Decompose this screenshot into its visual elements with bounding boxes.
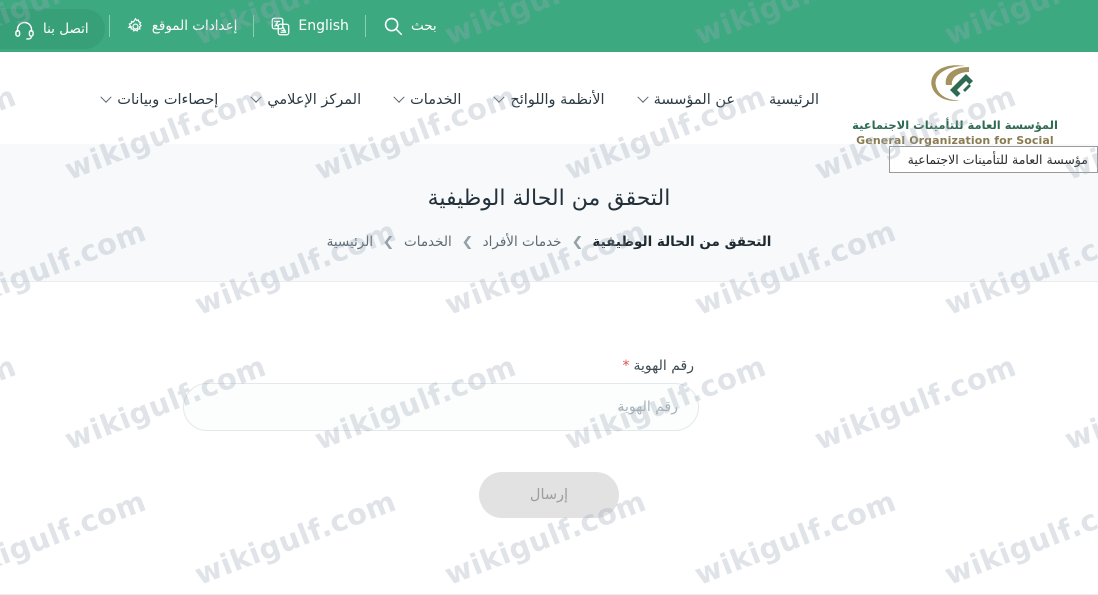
divider-3 bbox=[364, 15, 366, 37]
nav-item-about-label: عن المؤسسة bbox=[653, 92, 736, 108]
nav-item-statistics-label: إحصاءات وبيانات bbox=[117, 92, 219, 108]
main-navigation-bar: المؤسسة العامة للتأمينات الاجتماعية Gene… bbox=[0, 52, 1098, 161]
nav-item-services[interactable]: الخدمات bbox=[378, 86, 478, 114]
id-number-input[interactable] bbox=[183, 383, 699, 431]
headset-icon bbox=[14, 19, 35, 40]
breadcrumb-separator-icon: ❯ bbox=[570, 234, 583, 250]
gosi-logo-mark-icon bbox=[840, 60, 1070, 116]
chevron-down-icon bbox=[100, 91, 112, 103]
translate-icon bbox=[270, 16, 291, 37]
id-number-label-text: رقم الهوية bbox=[633, 358, 694, 374]
breadcrumb-item-services[interactable]: الخدمات bbox=[404, 234, 452, 250]
language-toggle-button[interactable]: English bbox=[258, 0, 361, 52]
nav-item-statistics[interactable]: إحصاءات وبيانات bbox=[85, 86, 235, 114]
gosi-logo-arabic-text: المؤسسة العامة للتأمينات الاجتماعية bbox=[852, 118, 1058, 132]
nav-item-home-label: الرئيسية bbox=[769, 92, 819, 108]
nav-item-media-center[interactable]: المركز الإعلامي bbox=[235, 86, 378, 114]
nav-item-home[interactable]: الرئيسية bbox=[752, 86, 836, 114]
breadcrumb-separator-icon: ❯ bbox=[382, 234, 395, 250]
nav-menu: الرئيسية عن المؤسسة الأنظمة واللوائح الخ… bbox=[85, 86, 836, 114]
breadcrumb-item-home[interactable]: الرئيسية bbox=[327, 234, 374, 250]
contact-us-label: اتصل بنا bbox=[43, 21, 89, 37]
breadcrumb-separator-icon: ❯ bbox=[461, 234, 474, 250]
search-icon bbox=[382, 15, 404, 37]
chevron-down-icon bbox=[493, 91, 506, 103]
site-settings-label: إعدادات الموقع bbox=[151, 18, 238, 34]
divider-2 bbox=[253, 15, 255, 37]
language-label: English bbox=[298, 18, 349, 34]
nav-item-regulations-label: الأنظمة واللوائح bbox=[510, 92, 605, 108]
search-label: بحث bbox=[410, 18, 437, 34]
chevron-down-icon bbox=[636, 91, 649, 103]
site-settings-button[interactable]: إعدادات الموقع bbox=[114, 0, 250, 52]
id-number-field-group: رقم الهوية* bbox=[183, 358, 699, 431]
logo-tooltip: مؤسسة العامة للتأمينات الاجتماعية bbox=[888, 146, 1098, 173]
nav-item-regulations[interactable]: الأنظمة واللوائح bbox=[478, 86, 621, 114]
chevron-down-icon bbox=[250, 91, 262, 103]
page-root: اتصل بنا إعدادات الموقع English بحث المؤ… bbox=[0, 0, 1098, 595]
breadcrumb-item-individual-services[interactable]: خدمات الأفراد bbox=[483, 234, 562, 250]
submit-button[interactable]: إرسال bbox=[479, 472, 619, 518]
id-number-label: رقم الهوية* bbox=[183, 358, 699, 374]
chevron-down-icon bbox=[393, 91, 405, 103]
verification-form: رقم الهوية* إرسال bbox=[0, 282, 1098, 595]
nav-item-about[interactable]: عن المؤسسة bbox=[622, 86, 752, 114]
top-utility-bar: اتصل بنا إعدادات الموقع English بحث bbox=[0, 0, 1098, 52]
required-asterisk: * bbox=[622, 358, 630, 374]
search-button[interactable]: بحث bbox=[370, 0, 449, 52]
breadcrumb-item-current: التحقق من الحالة الوظيفية bbox=[592, 234, 772, 250]
nav-item-services-label: الخدمات bbox=[410, 92, 462, 108]
nav-item-media-center-label: المركز الإعلامي bbox=[267, 92, 362, 108]
contact-us-button[interactable]: اتصل بنا bbox=[0, 9, 105, 49]
breadcrumb: الرئيسية ❯ الخدمات ❯ خدمات الأفراد ❯ الت… bbox=[0, 234, 1098, 250]
page-title: التحقق من الحالة الوظيفية bbox=[427, 186, 671, 211]
top-utility-bar-items: اتصل بنا إعدادات الموقع English بحث bbox=[0, 0, 449, 52]
divider-1 bbox=[108, 15, 110, 37]
gear-icon bbox=[126, 17, 145, 36]
